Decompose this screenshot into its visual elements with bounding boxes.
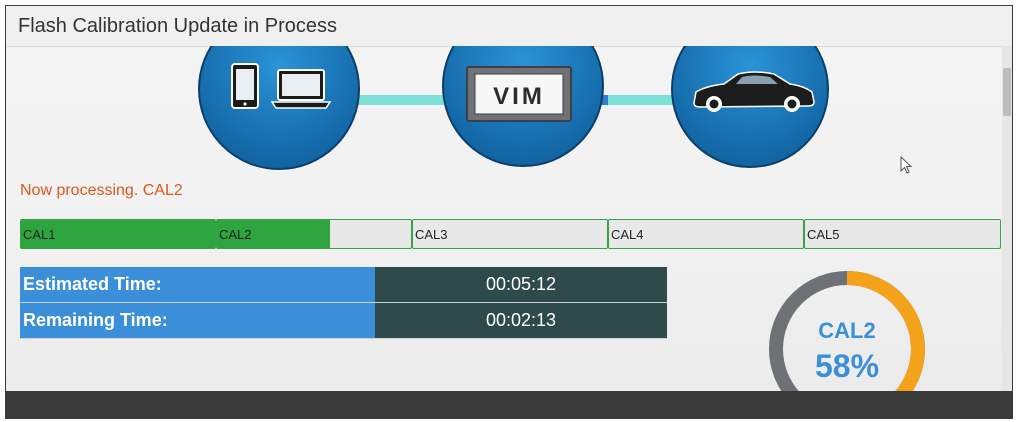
laptop-icon [270, 69, 332, 109]
vim-node: VIM [442, 46, 604, 167]
vehicle-node [671, 46, 829, 168]
estimated-time-value: 00:05:12 [375, 267, 667, 302]
cal-label: CAL5 [807, 227, 840, 242]
calibration-window: Flash Calibration Update in Process VIM … [5, 5, 1013, 419]
cal-label: CAL1 [23, 227, 56, 242]
tablet-icon [231, 63, 259, 109]
cal-segment-2: CAL2 [216, 219, 412, 249]
mouse-pointer-icon [900, 156, 913, 174]
vim-label: VIM [493, 83, 545, 110]
cal-label: CAL3 [415, 227, 448, 242]
estimated-time-label: Estimated Time: [20, 267, 375, 302]
cal-label: CAL4 [611, 227, 644, 242]
link-vim-vehicle [596, 95, 678, 105]
scrollbar-thumb[interactable] [1003, 68, 1011, 116]
window-title: Flash Calibration Update in Process [18, 15, 338, 37]
estimated-time-row: Estimated Time: 00:05:12 [20, 267, 667, 303]
status-message: Now processing. CAL2 [20, 182, 183, 199]
cal-segment-1: CAL1 [20, 219, 216, 249]
remaining-time-label: Remaining Time: [20, 303, 375, 338]
remaining-time-value: 00:02:13 [375, 303, 667, 338]
title-bar: Flash Calibration Update in Process [6, 6, 1012, 47]
cal-label: CAL2 [219, 227, 252, 242]
calibration-progress-bar: CAL1 CAL2 CAL3 CAL4 CAL5 [20, 219, 1002, 249]
connection-diagram: VIM [198, 46, 829, 170]
cal-segment-3: CAL3 [412, 219, 608, 249]
remaining-time-row: Remaining Time: 00:02:13 [20, 303, 667, 339]
cal-segment-5: CAL5 [804, 219, 1001, 249]
gauge-cal-label: CAL2 [818, 318, 876, 343]
cal-segment-4: CAL4 [608, 219, 804, 249]
bottom-bar [6, 391, 1012, 418]
time-table: Estimated Time: 00:05:12 Remaining Time:… [20, 267, 667, 339]
gauge-percent: 58% [814, 348, 880, 384]
link-devices-vim [351, 95, 451, 105]
devices-node [198, 46, 360, 170]
